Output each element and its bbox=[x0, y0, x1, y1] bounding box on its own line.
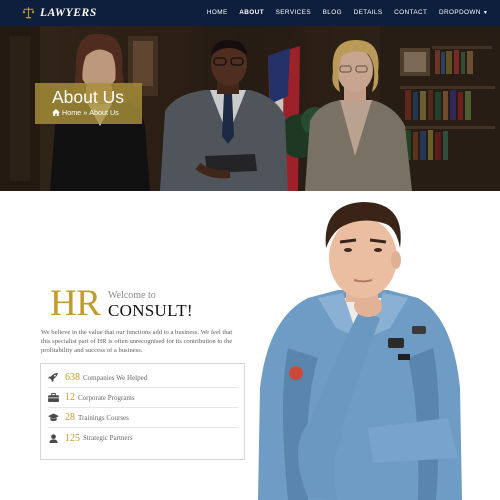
home-icon bbox=[52, 109, 60, 116]
breadcrumb-home[interactable]: Home bbox=[62, 108, 81, 117]
scales-icon bbox=[22, 7, 35, 19]
hr-heading: HR bbox=[50, 283, 101, 324]
young-man-denim-jacket-image bbox=[258, 202, 462, 500]
brand-name: LAWYERS bbox=[40, 6, 97, 19]
hero-banner: About Us Home » About Us bbox=[0, 26, 500, 191]
rocket-icon bbox=[48, 373, 58, 382]
stat-row-companies: 638 Companies We Helped bbox=[48, 368, 238, 388]
stat-label: Corporate Programs bbox=[78, 393, 135, 402]
breadcrumb-current: About Us bbox=[89, 108, 119, 117]
nav-contact[interactable]: CONTACT bbox=[388, 0, 433, 26]
stat-row-courses: 28 Trainings Courses bbox=[48, 408, 238, 428]
nav-dropdown[interactable]: DROPDOWN ▼ bbox=[433, 0, 494, 26]
nav-blog[interactable]: BLOG bbox=[317, 0, 348, 26]
nav-about[interactable]: ABOUT bbox=[233, 0, 269, 26]
top-navbar: LAWYERS HOME ABOUT SERVICES BLOG DETAILS… bbox=[0, 0, 500, 26]
stat-row-partners: 125 Strategic Partners bbox=[48, 428, 238, 448]
stat-row-programs: 12 Corporate Programs bbox=[48, 388, 238, 408]
stat-label: Strategic Partners bbox=[83, 434, 133, 442]
hero-title-box: About Us Home » About Us bbox=[35, 83, 142, 124]
welcome-text: Welcome to bbox=[108, 290, 156, 301]
nav-services[interactable]: SERVICES bbox=[270, 0, 317, 26]
stat-value: 12 bbox=[65, 392, 75, 403]
consultant-photo bbox=[248, 198, 478, 500]
stat-value: 125 bbox=[65, 432, 80, 444]
caret-down-icon: ▼ bbox=[482, 10, 489, 16]
breadcrumb-separator: » bbox=[83, 108, 88, 117]
stat-label: Trainings Courses bbox=[78, 413, 129, 422]
main-nav: HOME ABOUT SERVICES BLOG DETAILS CONTACT… bbox=[201, 0, 494, 26]
nav-dropdown-label: DROPDOWN bbox=[438, 9, 481, 16]
stat-value: 638 bbox=[65, 372, 80, 383]
stats-box: 638 Companies We Helped 12 Corporate Pro… bbox=[40, 363, 245, 460]
nav-home[interactable]: HOME bbox=[201, 0, 233, 26]
graduation-cap-icon bbox=[48, 413, 59, 422]
stat-label: Companies We Helped bbox=[83, 373, 148, 382]
intro-description: We believe in the value that our functio… bbox=[41, 329, 233, 355]
consult-text: CONSULT! bbox=[108, 301, 193, 320]
page-title: About Us bbox=[52, 87, 124, 107]
nav-details[interactable]: DETAILS bbox=[348, 0, 389, 26]
brand-logo[interactable]: LAWYERS bbox=[22, 6, 97, 19]
user-icon bbox=[49, 433, 58, 443]
breadcrumb: Home » About Us bbox=[52, 108, 142, 117]
briefcase-icon bbox=[48, 393, 59, 402]
stat-value: 28 bbox=[65, 412, 75, 423]
